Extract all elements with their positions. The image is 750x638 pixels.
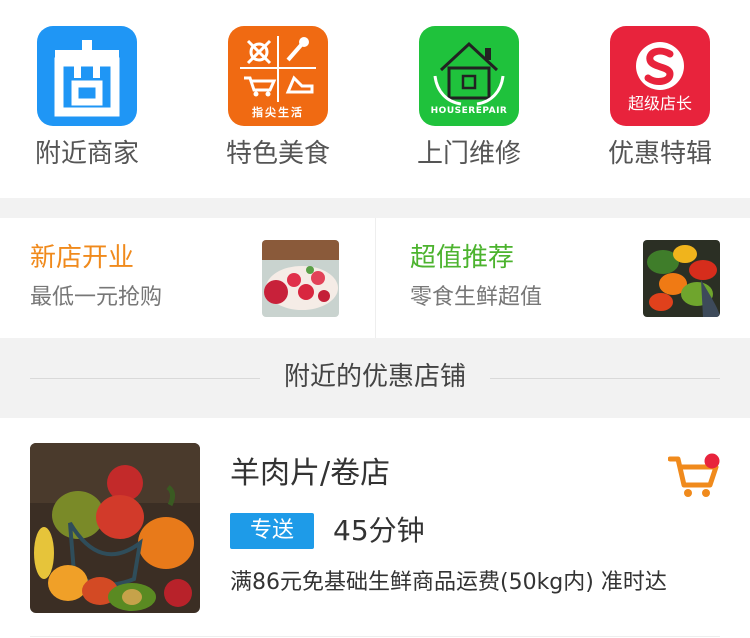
promo-title: 超值推荐 bbox=[410, 243, 515, 273]
promo-banner: 新店开业 最低一元抢购 超值推荐 零食生鲜超值 bbox=[0, 218, 750, 338]
promo-divider bbox=[375, 218, 376, 338]
promo-subtitle: 最低一元抢购 bbox=[30, 285, 163, 310]
nav-label: 优惠特辑 bbox=[607, 139, 712, 169]
divider bbox=[490, 378, 720, 379]
house-repair-icon: HOUSEREPAIR bbox=[419, 26, 519, 126]
promo-new-store[interactable]: 新店开业 最低一元抢购 bbox=[0, 218, 375, 338]
nav-item-special-offers[interactable]: 超级店长 优惠特辑 bbox=[590, 26, 730, 170]
nav-item-nearby-shops[interactable]: 附近商家 bbox=[17, 26, 157, 170]
category-nav: 附近商家 指尖生活 特色美食 HOUSEREPAIR 上门维修 超级店长 优惠特… bbox=[0, 0, 750, 198]
section-title: 附近的优惠店铺 bbox=[283, 362, 466, 392]
delivery-time: 45分钟 bbox=[333, 514, 425, 547]
nav-label: 附近商家 bbox=[34, 139, 139, 169]
food-icon: 指尖生活 bbox=[228, 26, 328, 126]
section-header: 附近的优惠店铺 bbox=[0, 338, 750, 418]
delivery-badge: 专送 bbox=[230, 513, 314, 549]
nav-label: 特色美食 bbox=[225, 139, 330, 169]
shop-card[interactable]: 羊肉片/卷店 专送 45分钟 满86元免基础生鲜商品运费(50kg内) 准时达 bbox=[0, 418, 750, 638]
super-manager-icon: 超级店长 bbox=[610, 26, 710, 126]
nav-item-special-food[interactable]: 指尖生活 特色美食 bbox=[208, 26, 348, 170]
promo-value-picks[interactable]: 超值推荐 零食生鲜超值 bbox=[380, 218, 750, 338]
divider bbox=[30, 636, 720, 637]
shop-promo: 满86元免基础生鲜商品运费(50kg内) 准时达 bbox=[230, 570, 667, 595]
house-repair-logo-text: HOUSEREPAIR bbox=[430, 106, 508, 116]
cart-icon[interactable] bbox=[667, 453, 720, 501]
strawberry-cake-image bbox=[262, 240, 339, 317]
shop-icon bbox=[37, 26, 137, 126]
shop-image bbox=[30, 443, 200, 613]
shop-name: 羊肉片/卷店 bbox=[230, 456, 391, 491]
nav-label: 上门维修 bbox=[416, 139, 521, 169]
food-logo-text: 指尖生活 bbox=[252, 106, 304, 119]
promo-title: 新店开业 bbox=[30, 243, 135, 273]
nav-item-home-repair[interactable]: HOUSEREPAIR 上门维修 bbox=[399, 26, 539, 170]
vegetables-image bbox=[643, 240, 720, 317]
promo-subtitle: 零食生鲜超值 bbox=[410, 285, 543, 310]
super-manager-logo-text: 超级店长 bbox=[627, 94, 692, 113]
